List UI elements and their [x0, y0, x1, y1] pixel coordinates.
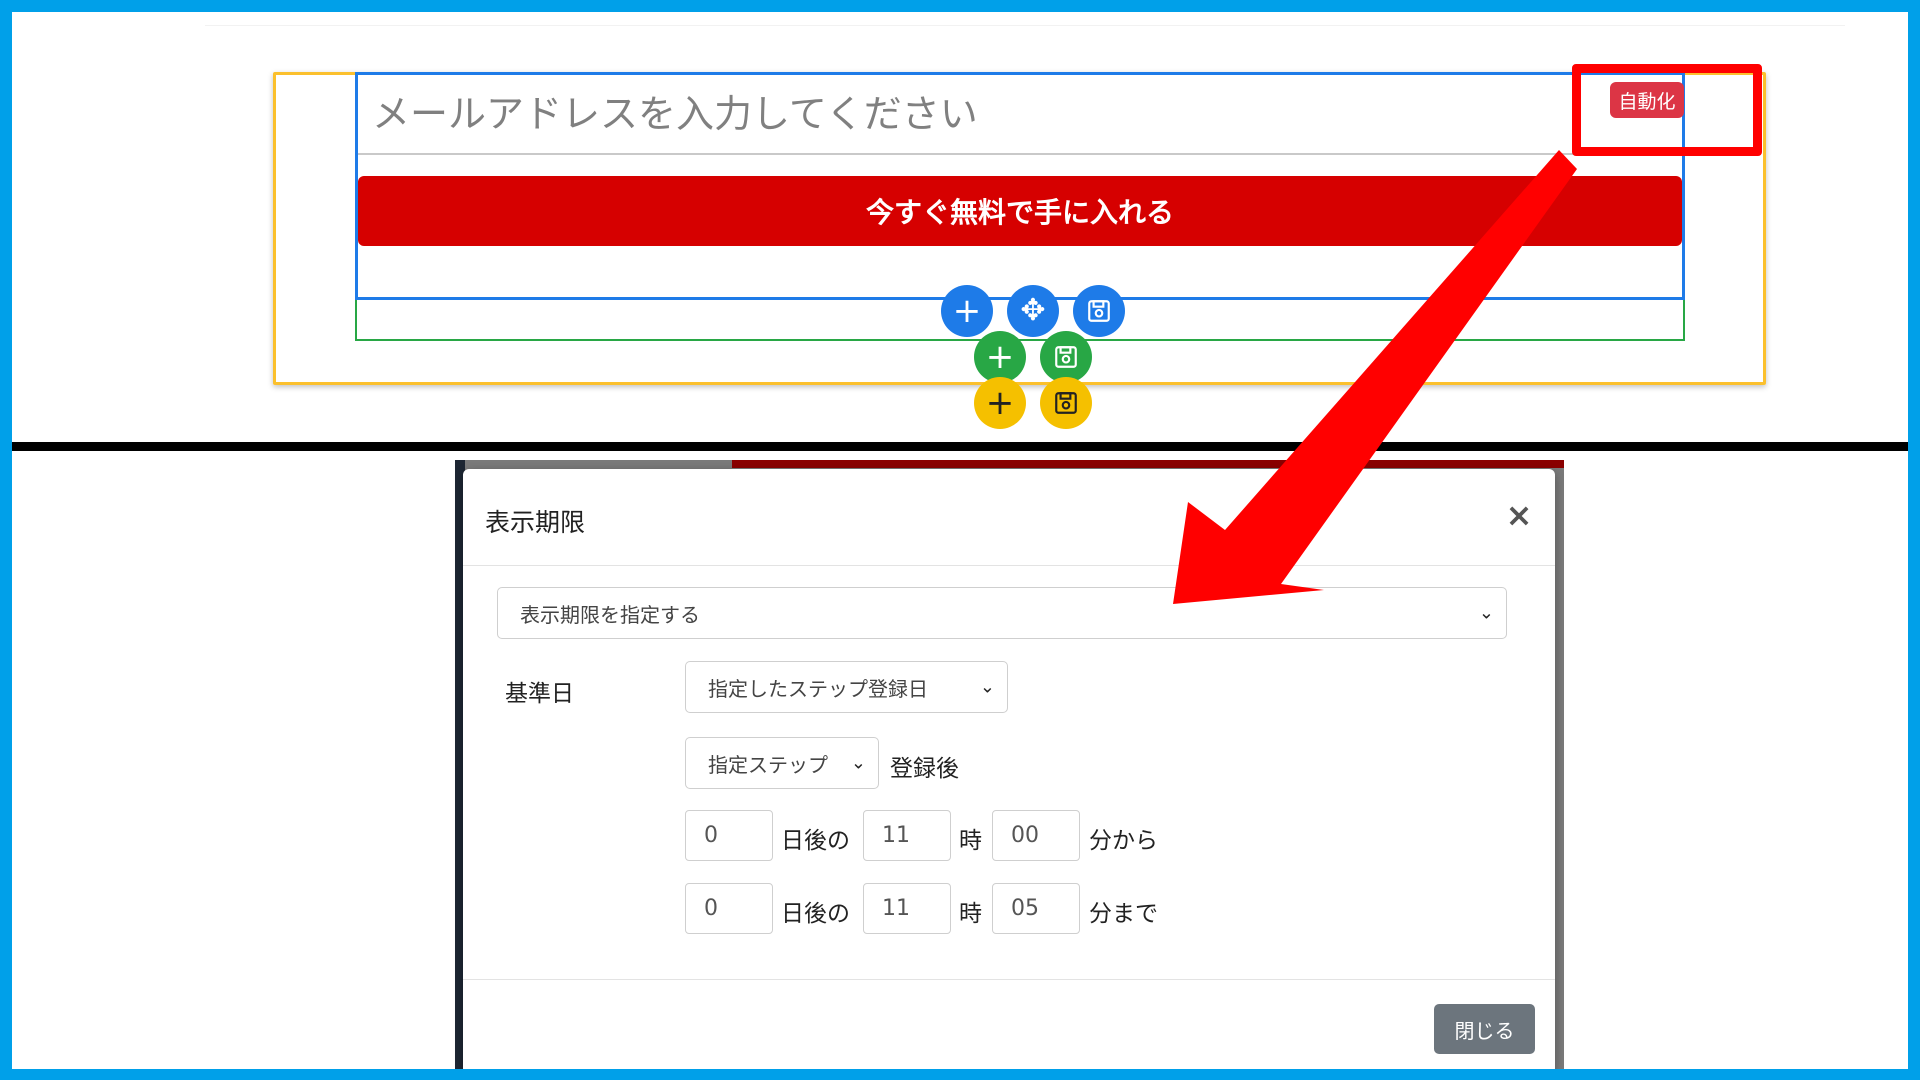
base-date-label: 基準日: [505, 681, 574, 707]
from-hour-input[interactable]: [863, 810, 951, 861]
from-hour-label: 時: [959, 828, 982, 854]
to-days-label: 日後の: [781, 901, 850, 927]
display-period-mode-select[interactable]: 表示期限を指定する ⌄: [497, 587, 1507, 639]
to-minute-input[interactable]: [992, 883, 1080, 934]
to-days-input[interactable]: [685, 883, 773, 934]
save-icon: [1055, 346, 1077, 368]
to-hour-input[interactable]: [863, 883, 951, 934]
from-minute-input[interactable]: [992, 810, 1080, 861]
email-input[interactable]: [358, 75, 1682, 155]
green-add-button[interactable]: +: [974, 331, 1026, 383]
yellow-add-button[interactable]: +: [974, 377, 1026, 429]
to-minute-label: 分まで: [1089, 901, 1158, 927]
blue-add-button[interactable]: +: [941, 285, 993, 337]
select-value: 表示期限を指定する: [520, 602, 700, 627]
backdrop-header-strip: [732, 460, 1564, 468]
display-period-modal: 表示期限 × 表示期限を指定する ⌄ 基準日 指定したステップ登録日 ⌄ 指定ス…: [463, 469, 1555, 1069]
base-date-select[interactable]: 指定したステップ登録日 ⌄: [685, 661, 1008, 713]
chevron-down-icon: ⌄: [979, 676, 995, 698]
green-save-button[interactable]: [1040, 331, 1092, 383]
save-icon: [1055, 392, 1077, 414]
get-free-now-button[interactable]: 今すぐ無料で手に入れる: [358, 176, 1682, 246]
from-minute-label: 分から: [1089, 828, 1158, 854]
move-icon: ✥: [1020, 293, 1046, 328]
from-days-label: 日後の: [781, 828, 850, 854]
modal-header-divider: [463, 565, 1555, 566]
after-registration-label: 登録後: [890, 756, 959, 782]
plus-icon: +: [952, 291, 982, 331]
plus-icon: +: [985, 383, 1015, 423]
select-value: 指定したステップ登録日: [708, 676, 928, 701]
top-guide-line: [205, 25, 1845, 26]
chevron-down-icon: ⌄: [1478, 602, 1494, 624]
save-icon: [1088, 300, 1110, 322]
close-button[interactable]: 閉じる: [1434, 1004, 1535, 1054]
to-hour-label: 時: [959, 901, 982, 927]
screenshot-frame: 今すぐ無料で手に入れる 自動化 + ✥ + +: [12, 12, 1908, 1069]
close-icon[interactable]: ×: [1501, 496, 1537, 534]
select-value: 指定ステップ: [708, 752, 828, 777]
blue-move-button[interactable]: ✥: [1007, 285, 1059, 337]
section-divider: [12, 442, 1908, 451]
modal-title: 表示期限: [485, 508, 586, 537]
plus-icon: +: [985, 337, 1015, 377]
modal-footer-divider: [463, 979, 1555, 980]
annotation-highlight-box: [1572, 64, 1762, 156]
yellow-save-button[interactable]: [1040, 377, 1092, 429]
blue-save-button[interactable]: [1073, 285, 1125, 337]
from-days-input[interactable]: [685, 810, 773, 861]
step-select[interactable]: 指定ステップ ⌄: [685, 737, 879, 789]
chevron-down-icon: ⌄: [850, 752, 866, 774]
